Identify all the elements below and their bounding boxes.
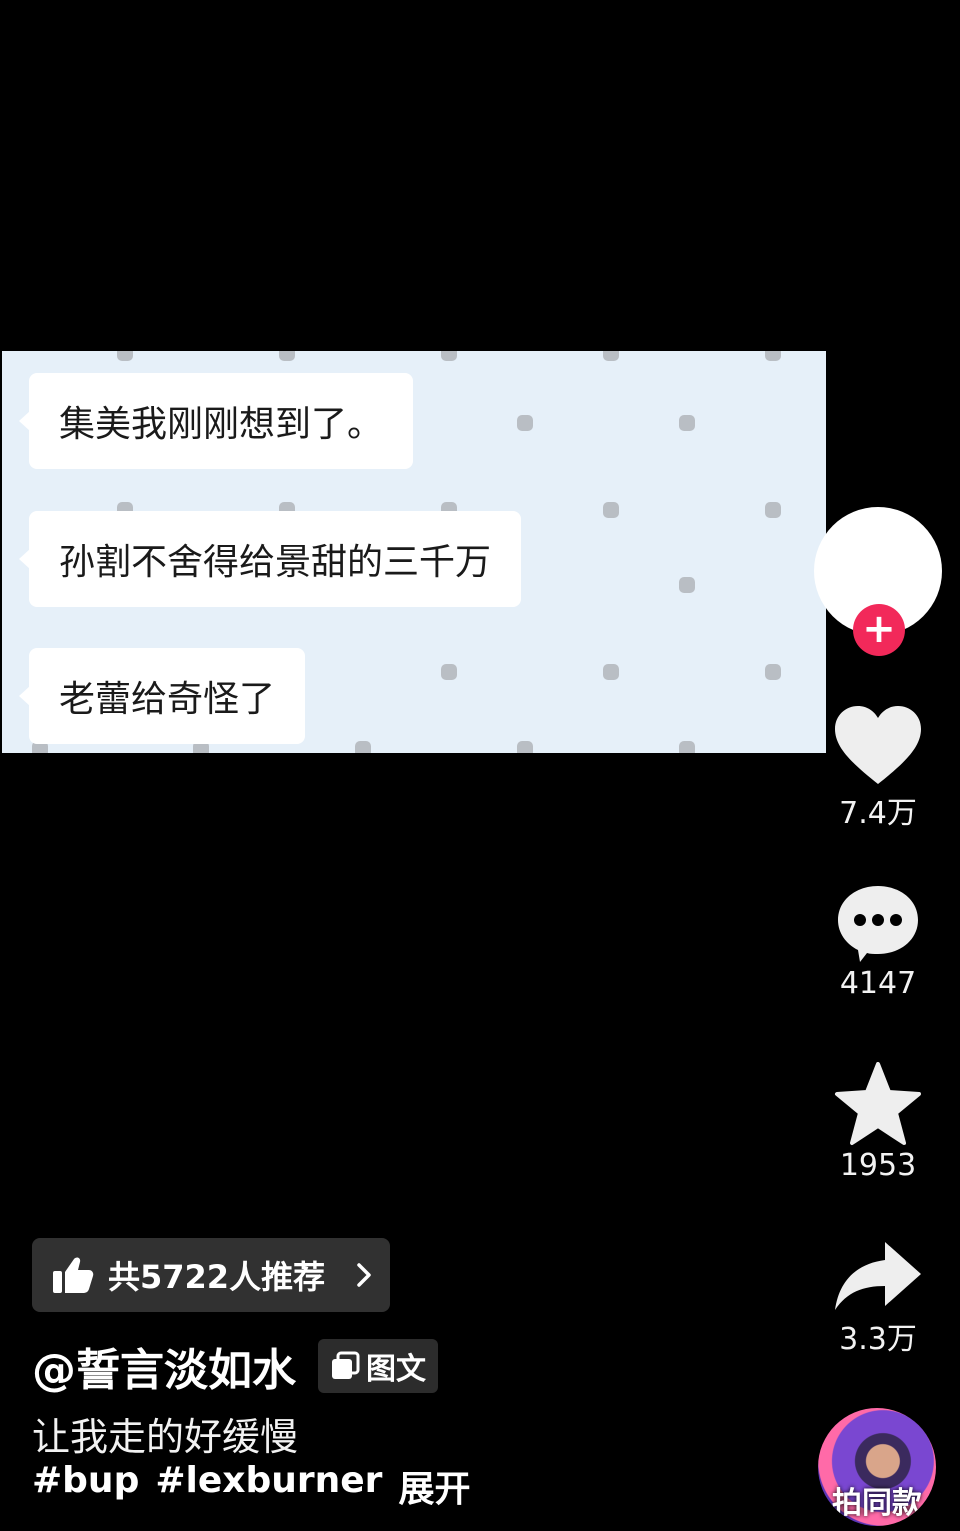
dot-pattern <box>517 741 533 753</box>
star-icon <box>835 1062 921 1145</box>
music-disc[interactable]: 拍同款 <box>818 1408 936 1526</box>
chat-bubble: 孙割不舍得给景甜的三千万 <box>18 511 522 607</box>
recommend-label: 共5722人推荐 <box>108 1258 326 1296</box>
dot-pattern <box>679 577 695 593</box>
recommend-pill[interactable]: 共5722人推荐 <box>32 1238 390 1312</box>
image-text-icon <box>332 1351 360 1379</box>
hashtag-row: #bup #lexburner 展开 <box>32 1460 486 1512</box>
chevron-right-icon <box>357 1263 371 1287</box>
dot-pattern <box>603 351 619 361</box>
like-button[interactable]: 7.4万 <box>818 704 938 832</box>
dot-pattern <box>679 415 695 431</box>
chat-bubble: 老蕾给奇怪了 <box>18 648 306 744</box>
dot-pattern <box>679 741 695 753</box>
post-caption: 让我走的好缓慢 <box>32 1415 299 1459</box>
dot-pattern <box>603 664 619 680</box>
share-count: 3.3万 <box>839 1322 917 1357</box>
dot-pattern <box>765 664 781 680</box>
chat-message-text: 老蕾给奇怪了 <box>59 679 276 720</box>
share-button[interactable]: 3.3万 <box>818 1240 938 1358</box>
dot-pattern <box>117 351 133 361</box>
chat-screenshot-image: 集美我刚刚想到了。 孙割不舍得给景甜的三千万 老蕾给奇怪了 <box>2 351 826 753</box>
author-name[interactable]: @誓言淡如水 <box>32 1334 296 1398</box>
author-row: @誓言淡如水 图文 <box>32 1334 438 1398</box>
dot-pattern <box>765 351 781 361</box>
chat-bubble: 集美我刚刚想到了。 <box>18 373 414 469</box>
hashtag-link[interactable]: #lexburner <box>155 1460 382 1512</box>
dot-pattern <box>355 741 371 753</box>
favorite-count: 1953 <box>839 1148 917 1183</box>
chat-message-text: 集美我刚刚想到了。 <box>59 404 384 445</box>
share-icon <box>835 1242 921 1310</box>
dot-pattern <box>603 502 619 518</box>
content-type-label: 图文 <box>366 1352 426 1387</box>
content-type-badge: 图文 <box>318 1339 438 1393</box>
chat-message-text: 孙割不舍得给景甜的三千万 <box>59 542 492 583</box>
dot-pattern <box>441 664 457 680</box>
dot-pattern <box>441 351 457 361</box>
hashtag-link[interactable]: #bup <box>32 1460 139 1512</box>
heart-icon <box>835 706 921 784</box>
favorite-button[interactable]: 1953 <box>818 1062 938 1183</box>
thumbs-up-icon <box>53 1257 94 1293</box>
like-count: 7.4万 <box>839 796 917 831</box>
dot-pattern <box>279 351 295 361</box>
comment-count: 4147 <box>839 966 917 1001</box>
video-screen[interactable]: 集美我刚刚想到了。 孙割不舍得给景甜的三千万 老蕾给奇怪了 + 7.4万 414… <box>0 0 960 1531</box>
follow-button[interactable]: + <box>853 604 905 656</box>
expand-link[interactable]: 展开 <box>398 1460 470 1512</box>
comment-icon <box>838 886 918 962</box>
dot-pattern <box>517 415 533 431</box>
plus-icon: + <box>862 606 896 652</box>
dot-pattern <box>765 502 781 518</box>
comment-button[interactable]: 4147 <box>818 882 938 1001</box>
same-style-label: 拍同款 <box>832 1486 922 1521</box>
